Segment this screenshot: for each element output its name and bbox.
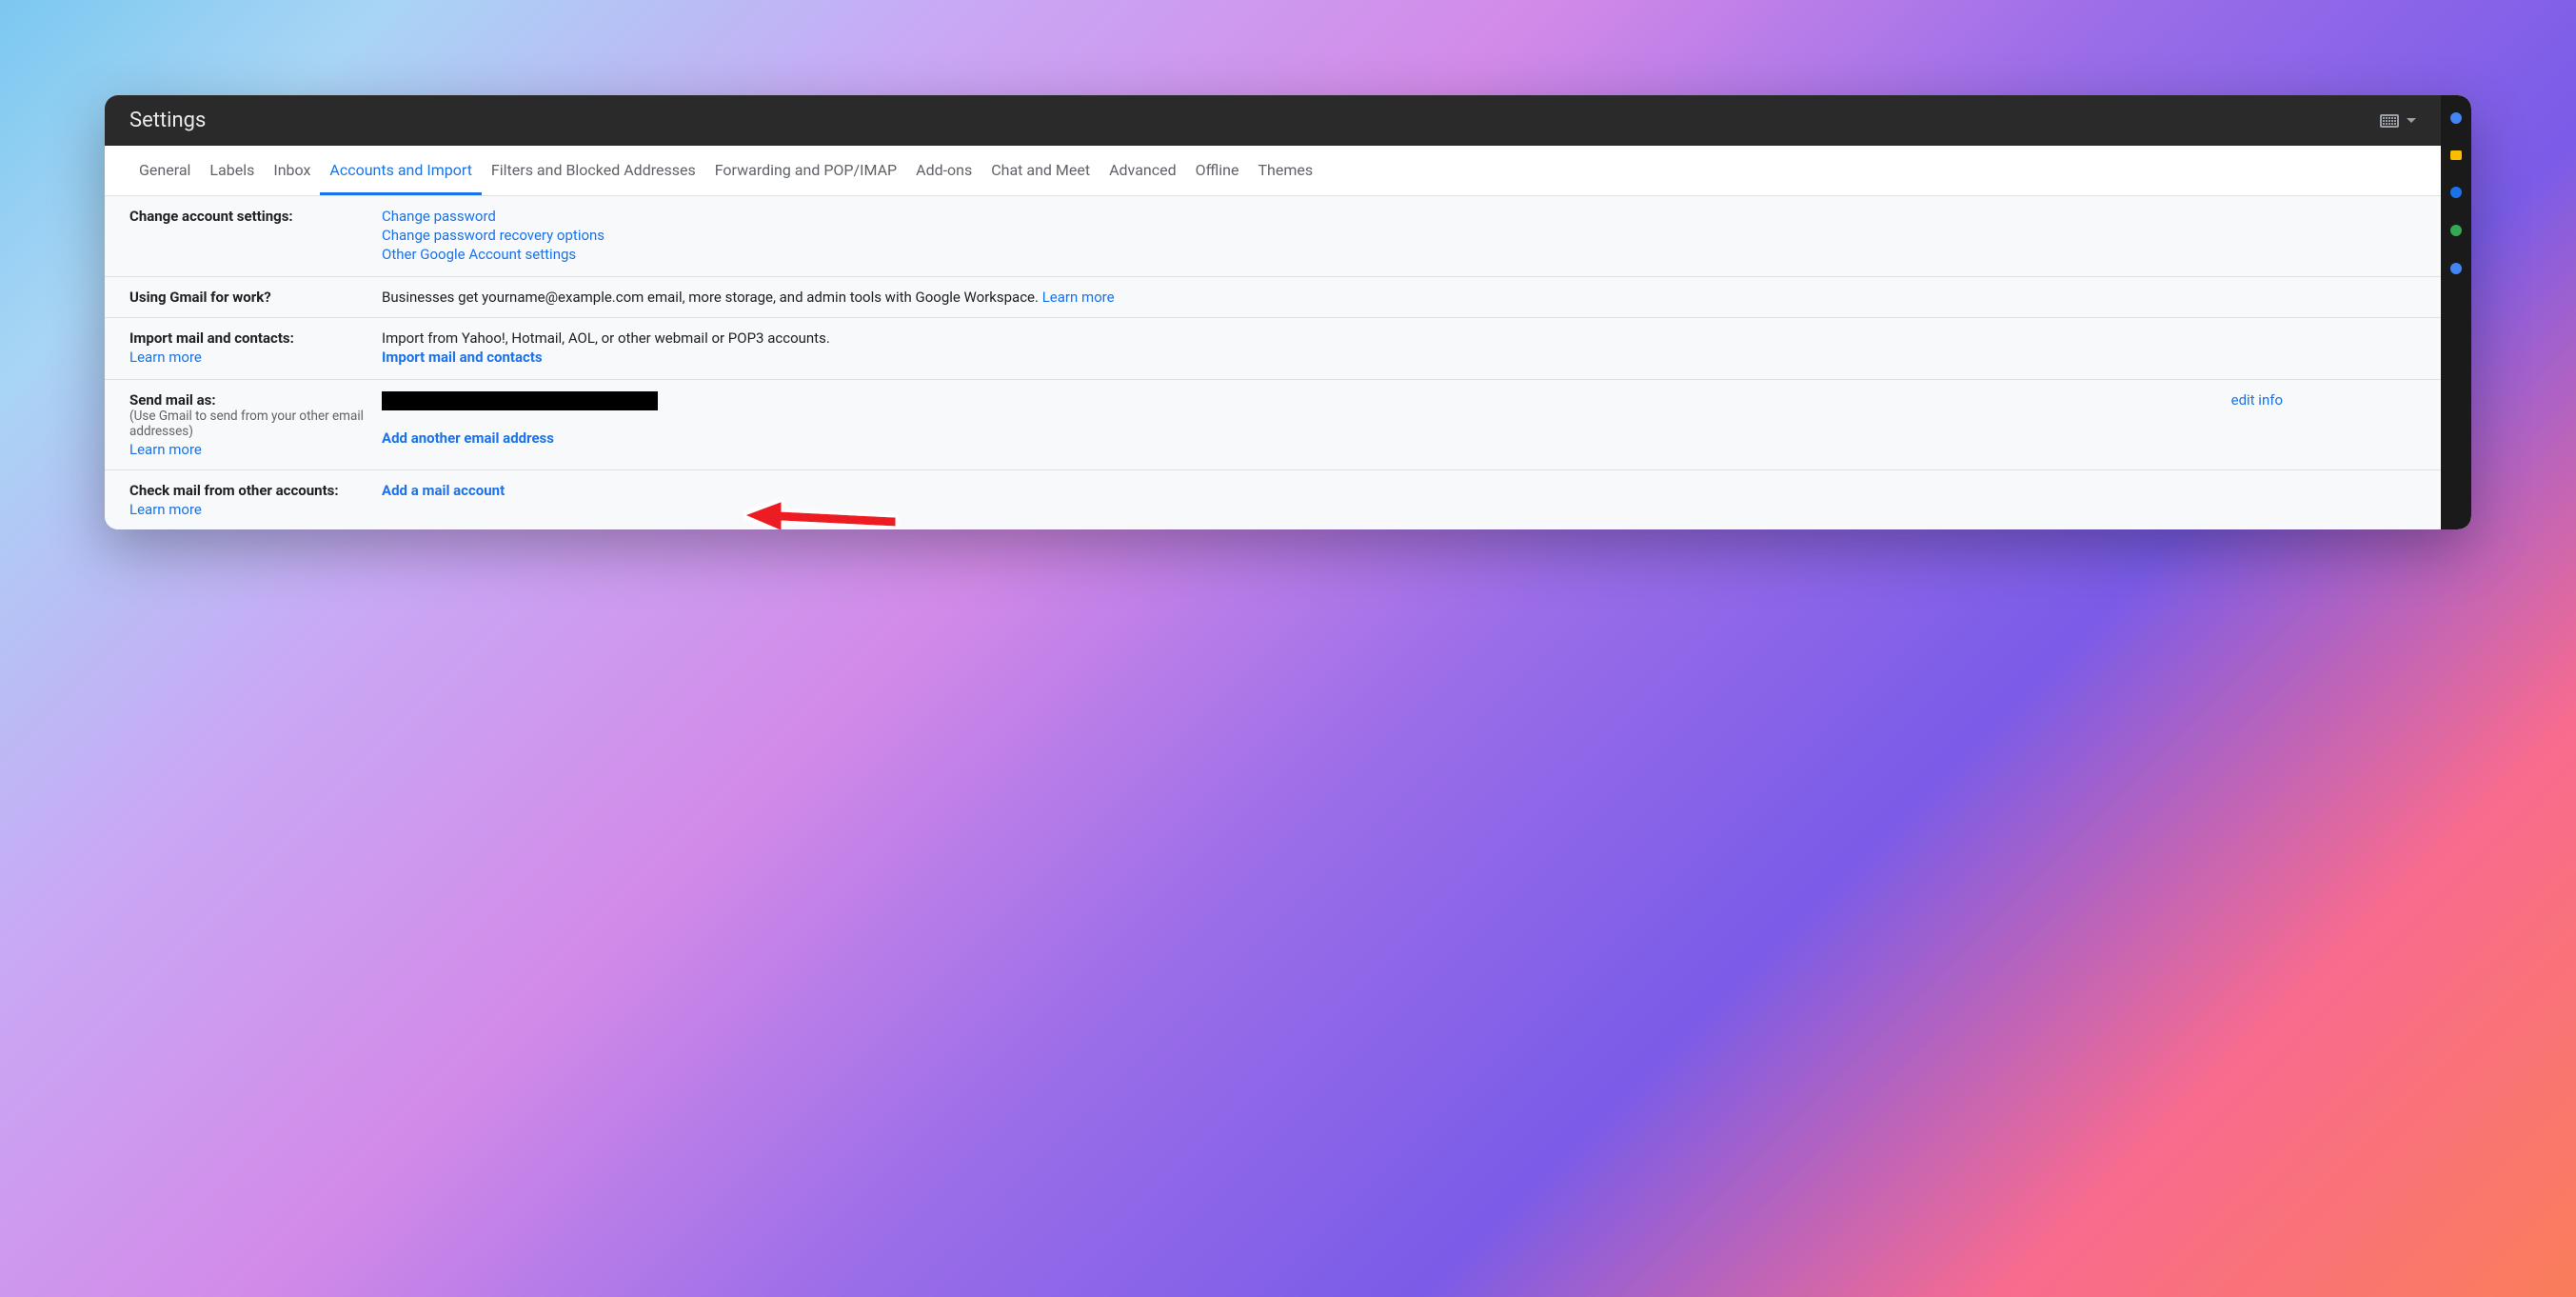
keyboard-icon: [2380, 114, 2399, 128]
tab-advanced[interactable]: Advanced: [1100, 146, 1186, 195]
row-label: Using Gmail for work?: [129, 289, 382, 306]
row-change-account: Change account settings: Change password…: [105, 196, 2441, 277]
row-label: Import mail and contacts:: [129, 329, 372, 347]
titlebar: Settings: [105, 95, 2441, 146]
add-mail-account-link[interactable]: Add a mail account: [382, 482, 505, 499]
row-label-col: Send mail as: (Use Gmail to send from yo…: [129, 391, 382, 458]
tab-offline[interactable]: Offline: [1186, 146, 1249, 195]
row-value: Import from Yahoo!, Hotmail, AOL, or oth…: [382, 329, 2416, 368]
settings-window: Settings General Labels Inbox Accounts a…: [105, 95, 2471, 529]
tab-addons[interactable]: Add-ons: [906, 146, 981, 195]
import-mail-action-link[interactable]: Import mail and contacts: [382, 349, 543, 366]
edit-info-link[interactable]: edit info: [2231, 391, 2416, 409]
row-value: Add another email address edit info: [382, 391, 2416, 447]
row-value: Change password Change password recovery…: [382, 208, 2416, 265]
row-label: Check mail from other accounts:: [129, 482, 372, 499]
add-another-email-link[interactable]: Add another email address: [382, 429, 554, 447]
input-tools-selector[interactable]: [2380, 114, 2416, 128]
chevron-down-icon: [2407, 118, 2416, 123]
side-app-icon[interactable]: [2450, 225, 2462, 236]
tab-general[interactable]: General: [129, 146, 200, 195]
side-app-icon[interactable]: [2450, 112, 2462, 124]
row-send-mail-as: Send mail as: (Use Gmail to send from yo…: [105, 380, 2441, 470]
recovery-options-link[interactable]: Change password recovery options: [382, 227, 604, 244]
tab-themes[interactable]: Themes: [1248, 146, 1322, 195]
import-description: Import from Yahoo!, Hotmail, AOL, or oth…: [382, 329, 2416, 347]
row-check-mail: Check mail from other accounts: Learn mo…: [105, 470, 2441, 529]
learn-more-link[interactable]: Learn more: [129, 441, 372, 458]
learn-more-link[interactable]: Learn more: [1042, 289, 1115, 306]
row-label: Change account settings:: [129, 208, 382, 225]
row-label-col: Import mail and contacts: Learn more: [129, 329, 382, 366]
tab-accounts-import[interactable]: Accounts and Import: [320, 146, 482, 195]
change-password-link[interactable]: Change password: [382, 208, 496, 225]
window-right-border: [2441, 95, 2471, 529]
settings-content: Change account settings: Change password…: [105, 196, 2441, 529]
row-label-col: Check mail from other accounts: Learn mo…: [129, 482, 382, 518]
work-description: Businesses get yourname@example.com emai…: [382, 289, 1042, 306]
settings-tabs: General Labels Inbox Accounts and Import…: [105, 146, 2441, 196]
page-title: Settings: [129, 109, 206, 132]
side-app-icon[interactable]: [2450, 187, 2462, 198]
row-import-mail: Import mail and contacts: Learn more Imp…: [105, 318, 2441, 380]
side-app-icon[interactable]: [2450, 150, 2462, 160]
redacted-email: [382, 391, 658, 410]
tab-filters[interactable]: Filters and Blocked Addresses: [482, 146, 705, 195]
row-sublabel: (Use Gmail to send from your other email…: [129, 409, 372, 439]
side-app-icon[interactable]: [2450, 263, 2462, 274]
tab-forwarding[interactable]: Forwarding and POP/IMAP: [705, 146, 906, 195]
row-using-for-work: Using Gmail for work? Businesses get you…: [105, 277, 2441, 318]
row-value: Businesses get yourname@example.com emai…: [382, 289, 2416, 306]
tab-chat-meet[interactable]: Chat and Meet: [981, 146, 1100, 195]
row-label: Send mail as:: [129, 391, 372, 409]
tab-inbox[interactable]: Inbox: [264, 146, 320, 195]
row-value: Add a mail account: [382, 482, 2416, 499]
other-account-settings-link[interactable]: Other Google Account settings: [382, 246, 576, 263]
learn-more-link[interactable]: Learn more: [129, 349, 372, 366]
side-panel-strip: [2447, 112, 2465, 529]
tab-labels[interactable]: Labels: [200, 146, 264, 195]
learn-more-link[interactable]: Learn more: [129, 501, 372, 518]
